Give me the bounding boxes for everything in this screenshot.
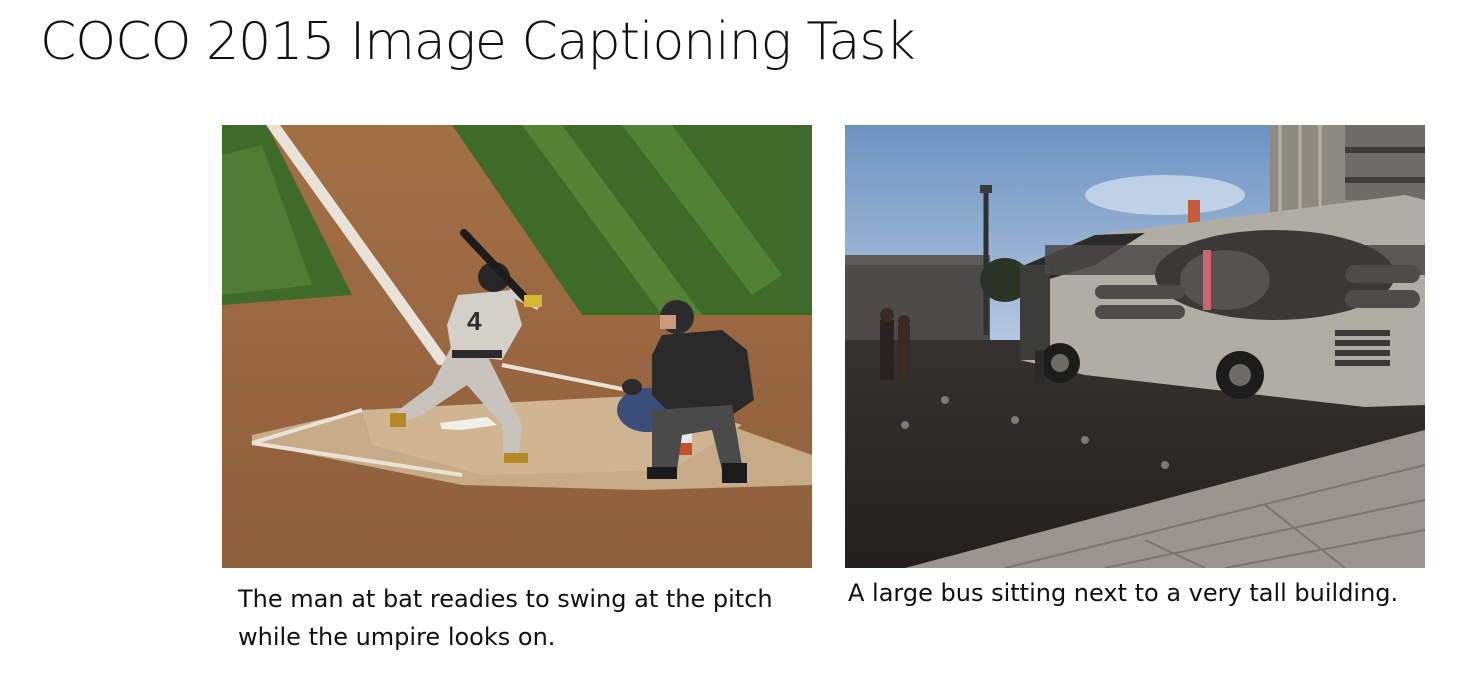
jersey-number: 4: [467, 306, 482, 336]
baseball-photo-illustration: 4: [222, 125, 812, 568]
baseball-caption: The man at bat readies to swing at the p…: [238, 585, 773, 651]
bus-photo-illustration: [845, 125, 1425, 568]
bus-photo: [845, 125, 1425, 568]
baseball-photo: 4: [222, 125, 812, 568]
slide-title: COCO 2015 Image Captioning Task: [40, 12, 916, 72]
bus-caption: A large bus sitting next to a very tall …: [848, 579, 1399, 607]
